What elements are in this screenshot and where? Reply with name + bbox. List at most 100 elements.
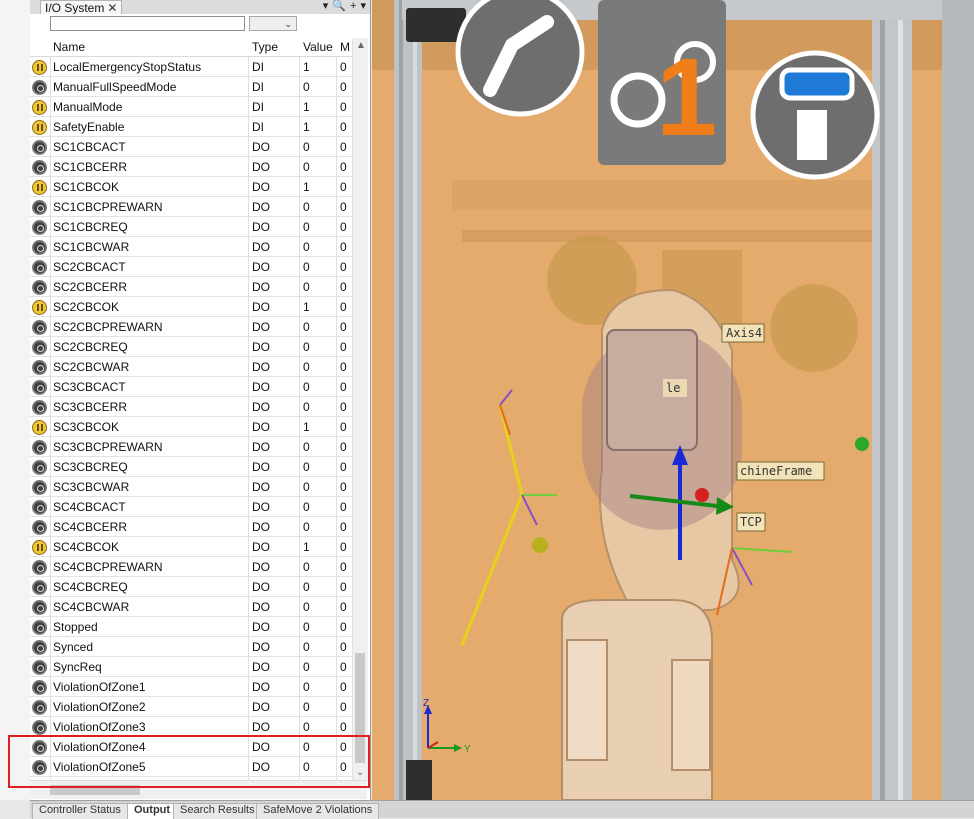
table-row[interactable]: SC4CBCREQ DO 0 0 (30, 577, 352, 597)
table-row[interactable]: SC2CBCACT DO 0 0 (30, 257, 352, 277)
table-row[interactable]: ManualMode DI 1 0 (30, 97, 352, 117)
signal-value[interactable]: 0 (303, 620, 310, 634)
io-system-tab[interactable]: I/O System ✕ (40, 0, 123, 15)
search-icon[interactable]: 🔍 (332, 0, 346, 12)
table-row[interactable]: SC3CBCWAR DO 0 0 (30, 477, 352, 497)
table-row[interactable]: SC1CBCOK DO 1 0 (30, 177, 352, 197)
signal-value[interactable]: 0 (303, 340, 310, 354)
signal-value[interactable]: 0 (303, 480, 310, 494)
signal-value[interactable]: 1 (303, 120, 310, 134)
table-row[interactable]: SC2CBCOK DO 1 0 (30, 297, 352, 317)
signal-name: SC1CBCWAR (53, 240, 130, 254)
signal-value[interactable]: 0 (303, 440, 310, 454)
table-row[interactable]: SafetyEnable DI 1 0 (30, 117, 352, 137)
signal-value[interactable]: 0 (303, 220, 310, 234)
signal-value[interactable]: 0 (303, 600, 310, 614)
table-row[interactable]: SC1CBCPREWARN DO 0 0 (30, 197, 352, 217)
signal-value[interactable]: 0 (303, 380, 310, 394)
dropdown-icon[interactable]: ▾ (323, 0, 329, 12)
signal-value[interactable]: 1 (303, 540, 310, 554)
signal-off-icon (32, 280, 47, 295)
signal-value[interactable]: 0 (303, 400, 310, 414)
table-row[interactable]: SC2CBCERR DO 0 0 (30, 277, 352, 297)
table-row[interactable]: ViolationOfZone3 DO 0 0 (30, 717, 352, 737)
close-icon[interactable]: ✕ (107, 1, 117, 15)
signal-value[interactable]: 0 (303, 560, 310, 574)
table-row[interactable]: SC4CBCWAR DO 0 0 (30, 597, 352, 617)
signal-value[interactable]: 0 (303, 740, 310, 754)
signal-value[interactable]: 0 (303, 360, 310, 374)
io-system-panel: I/O System ✕ ▾ 🔍 + ▾ ⌄ Name Type Value M… (30, 0, 371, 817)
table-row[interactable]: ViolationOfZone1 DO 0 0 (30, 677, 352, 697)
table-row[interactable]: ManualFullSpeedMode DI 0 0 (30, 77, 352, 97)
signal-value[interactable]: 0 (303, 280, 310, 294)
table-row[interactable]: LocalEmergencyStopStatus DI 1 0 (30, 57, 352, 77)
table-row[interactable]: ViolationOfZone5 DO 0 0 (30, 757, 352, 777)
column-header-type[interactable]: Type (252, 40, 278, 54)
signal-value[interactable]: 0 (303, 520, 310, 534)
scroll-thumb[interactable] (50, 785, 140, 795)
signal-value[interactable]: 0 (303, 680, 310, 694)
signal-type: DO (252, 260, 270, 274)
table-row[interactable]: SC2CBCREQ DO 0 0 (30, 337, 352, 357)
filter-input[interactable] (50, 16, 245, 31)
table-row[interactable]: SC4CBCOK DO 1 0 (30, 537, 352, 557)
table-row[interactable]: ViolationOfZone2 DO 0 0 (30, 697, 352, 717)
scroll-up-icon[interactable]: ▲ (356, 40, 366, 51)
signal-value[interactable]: 1 (303, 100, 310, 114)
3d-viewport[interactable]: 1 Axis4 le chineFrame TCP Z Y (372, 0, 974, 800)
scroll-thumb[interactable] (355, 653, 365, 763)
signal-value[interactable]: 0 (303, 320, 310, 334)
scroll-down-icon[interactable]: ⌄ (356, 767, 364, 778)
signal-value[interactable]: 0 (303, 460, 310, 474)
signal-value[interactable]: 0 (303, 260, 310, 274)
column-header-m[interactable]: M (340, 40, 350, 54)
chevron-down-icon[interactable]: ▾ (360, 0, 366, 12)
signal-value[interactable]: 1 (303, 60, 310, 74)
add-icon[interactable]: + (350, 0, 356, 12)
table-row[interactable]: SC1CBCREQ DO 0 0 (30, 217, 352, 237)
signal-value[interactable]: 0 (303, 160, 310, 174)
table-row[interactable]: SC3CBCPREWARN DO 0 0 (30, 437, 352, 457)
table-row[interactable]: Stopped DO 0 0 (30, 617, 352, 637)
signal-on-icon (32, 180, 47, 195)
vertical-scrollbar[interactable]: ▲ ⌄ (352, 38, 368, 780)
table-row[interactable]: SC2CBCWAR DO 0 0 (30, 357, 352, 377)
table-row[interactable]: ViolationOfZone4 DO 0 0 (30, 737, 352, 757)
table-row[interactable]: Synced DO 0 0 (30, 637, 352, 657)
column-header-value[interactable]: Value (303, 40, 333, 54)
signal-m: 0 (340, 340, 347, 354)
filter-combo[interactable]: ⌄ (249, 16, 297, 31)
table-row[interactable]: SC1CBCWAR DO 0 0 (30, 237, 352, 257)
table-row[interactable]: SC4CBCERR DO 0 0 (30, 517, 352, 537)
signal-off-icon (32, 520, 47, 535)
signal-value[interactable]: 0 (303, 80, 310, 94)
table-row[interactable]: SC1CBCACT DO 0 0 (30, 137, 352, 157)
chevron-down-icon[interactable]: ⌄ (284, 17, 292, 31)
signal-value[interactable]: 0 (303, 760, 310, 774)
signal-value[interactable]: 0 (303, 500, 310, 514)
table-row[interactable]: SC4CBCACT DO 0 0 (30, 497, 352, 517)
table-row[interactable]: SyncReq DO 0 0 (30, 657, 352, 677)
signal-value[interactable]: 1 (303, 300, 310, 314)
signal-value[interactable]: 0 (303, 640, 310, 654)
table-row[interactable]: SC4CBCPREWARN DO 0 0 (30, 557, 352, 577)
signal-value[interactable]: 0 (303, 660, 310, 674)
table-row[interactable]: SC2CBCPREWARN DO 0 0 (30, 317, 352, 337)
table-row[interactable]: SC1CBCERR DO 0 0 (30, 157, 352, 177)
column-header-name[interactable]: Name (53, 40, 85, 54)
signal-value[interactable]: 1 (303, 420, 310, 434)
signal-value[interactable]: 1 (303, 180, 310, 194)
signal-value[interactable]: 0 (303, 240, 310, 254)
signal-value[interactable]: 0 (303, 140, 310, 154)
table-row[interactable]: SC3CBCOK DO 1 0 (30, 417, 352, 437)
table-row[interactable]: SC3CBCREQ DO 0 0 (30, 457, 352, 477)
signal-value[interactable]: 0 (303, 200, 310, 214)
signal-value[interactable]: 0 (303, 700, 310, 714)
table-row[interactable]: SC3CBCERR DO 0 0 (30, 397, 352, 417)
table-row[interactable]: SC3CBCACT DO 0 0 (30, 377, 352, 397)
horizontal-scrollbar[interactable] (30, 780, 367, 799)
signal-value[interactable]: 0 (303, 720, 310, 734)
signal-value[interactable]: 0 (303, 580, 310, 594)
signal-off-icon (32, 80, 47, 95)
